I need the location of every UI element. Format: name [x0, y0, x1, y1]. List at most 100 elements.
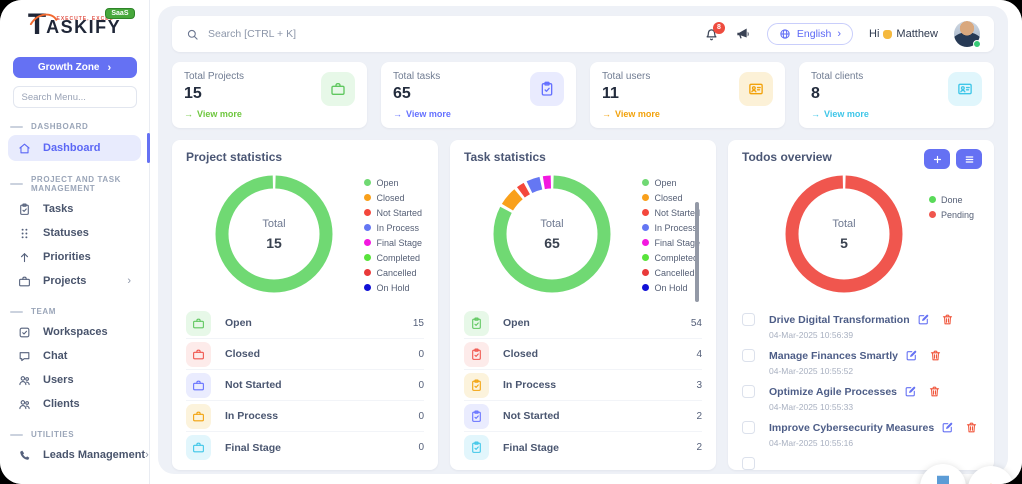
arrow-right-icon: → [184, 109, 193, 119]
trash-icon[interactable] [929, 349, 942, 362]
trash-icon[interactable] [928, 385, 941, 398]
section-dash [10, 125, 23, 128]
project-donut-chart: Total 15 Open Closed Not Started In Process… [186, 166, 424, 304]
sidebar-item-priorities[interactable]: Priorities [8, 245, 141, 269]
todo-checkbox[interactable] [742, 349, 755, 362]
usercard-icon [948, 72, 982, 106]
view-more-link[interactable]: → View more [811, 109, 982, 119]
task-donut-chart: Total 65 Open Closed Not Started In Process… [464, 166, 702, 304]
todo-checkbox[interactable] [742, 457, 755, 470]
todo-checkbox[interactable] [742, 421, 755, 434]
edit-icon[interactable] [905, 349, 918, 362]
todo-timestamp: 04-Mar-2025 10:55:16 [769, 438, 854, 448]
todo-title: Manage Finances Smartly [769, 349, 898, 362]
clipboard-icon [464, 403, 489, 429]
legend-item: Pending [928, 207, 974, 222]
todo-item: Drive Digital Transformation 04-Mar-2025 … [742, 304, 980, 340]
todo-title: Optimize Agile Processes [769, 385, 897, 398]
language-selector[interactable]: English › [766, 23, 854, 45]
announcements-button[interactable] [735, 26, 751, 42]
saas-badge: SaaS [105, 8, 135, 19]
trash-icon[interactable] [941, 313, 954, 326]
sidebar-item-tasks[interactable]: Tasks [8, 197, 141, 221]
legend-item: Open [642, 175, 700, 190]
view-more-link[interactable]: → View more [393, 109, 564, 119]
stat-card-total-tasks: Total tasks 65 → View more [381, 62, 576, 128]
edit-icon[interactable] [941, 421, 954, 434]
global-search [186, 28, 704, 41]
topbar: 8 English › Hi Matthew [172, 16, 994, 52]
view-more-link[interactable]: → View more [602, 109, 773, 119]
todo-title: Drive Digital Transformation [769, 313, 910, 326]
sidebar-item-workspaces[interactable]: Workspaces [8, 320, 141, 344]
clipboard-icon [464, 435, 489, 460]
legend-dot [642, 254, 650, 261]
legend-dot [928, 196, 936, 203]
sidebar-item-projects[interactable]: Projects › [8, 269, 141, 293]
edit-icon[interactable] [904, 385, 917, 398]
legend-item: Completed [364, 250, 422, 265]
sidebar-search-input[interactable] [12, 86, 137, 108]
greeting-text: Hi [869, 28, 880, 40]
legend-dot [642, 179, 650, 186]
legend-dot [642, 269, 650, 276]
legend-item: Closed [642, 190, 700, 205]
global-search-input[interactable] [208, 28, 468, 40]
status-row-closed: Closed 0 [186, 339, 424, 370]
clipboard-icon [464, 310, 489, 336]
section-dash [10, 183, 23, 185]
briefcase-icon [186, 403, 211, 429]
edit-icon[interactable] [917, 313, 930, 326]
todo-timestamp: 04-Mar-2025 10:55:52 [769, 366, 854, 376]
topbar-actions: 8 English › Hi Matthew [704, 21, 981, 48]
workspace-switcher-button[interactable]: Growth Zone › [12, 57, 137, 78]
donut-center-value: 65 [544, 234, 560, 251]
status-row-not-started: Not Started 2 [464, 401, 702, 432]
workspace-name: Growth Zone [37, 62, 100, 73]
view-more-link[interactable]: → View more [184, 109, 355, 119]
legend-dot [642, 209, 650, 216]
globe-icon [779, 28, 791, 40]
trash-icon[interactable] [965, 421, 978, 434]
sidebar-item-leads-management[interactable]: Leads Management › [8, 443, 149, 467]
todo-checkbox[interactable] [742, 313, 755, 326]
todos-overview-card: Todos overview Total 5 Done Pending Drive [728, 140, 994, 470]
stat-card-total-clients: Total clients 8 → View more [799, 62, 994, 128]
main-area: 8 English › Hi Matthew [150, 0, 1022, 484]
app-logo: T ASKIFY EXECUTE, EXCEL SaaS [17, 8, 135, 47]
sidebar: T ASKIFY EXECUTE, EXCEL SaaS Growth Zone… [0, 0, 150, 484]
donut-center-value: 15 [266, 234, 282, 251]
legend-item: Not Started [642, 205, 700, 220]
sidebar-item-chat[interactable]: Chat [8, 344, 141, 368]
sidebar-item-dashboard[interactable]: Dashboard [8, 133, 150, 163]
sidebar-item-clients[interactable]: Clients [8, 392, 141, 416]
todo-item: Optimize Agile Processes 04-Mar-2025 10:5… [742, 376, 980, 412]
scrollbar[interactable] [695, 202, 699, 302]
legend-item: Cancelled [642, 265, 700, 280]
donut-center: Total 15 [212, 172, 336, 296]
notification-badge: 8 [712, 21, 725, 34]
briefcase-icon [18, 275, 31, 288]
legend-dot [364, 269, 372, 276]
legend-dot [642, 194, 650, 201]
legend-item: Final Stage [642, 235, 700, 250]
usercard-icon [739, 72, 773, 106]
legend-dot [642, 224, 650, 231]
sidebar-item-users[interactable]: Users [8, 368, 141, 392]
donut-center: Total 5 [782, 172, 906, 296]
todo-checkbox[interactable] [742, 385, 755, 398]
legend-item: On Hold [364, 280, 422, 295]
chat-icon [18, 350, 31, 363]
sidebar-section: PROJECT AND TASK MANAGEMENT Tasks Statuses… [0, 175, 149, 293]
legend-item: Open [364, 175, 422, 190]
status-row-final-stage: Final Stage 0 [186, 432, 424, 463]
task-statistics-card: Task statistics Total 65 Open Closed Not S… [450, 140, 716, 470]
legend-item: Done [928, 192, 974, 207]
notifications-button[interactable]: 8 [704, 21, 725, 42]
todo-item: Manage Finances Smartly 04-Mar-2025 10:55… [742, 340, 980, 376]
legend-item: On Hold [642, 280, 700, 295]
avatar[interactable] [954, 21, 981, 48]
sidebar-item-statuses[interactable]: Statuses [8, 221, 141, 245]
legend-dot [364, 284, 372, 291]
legend-dot [364, 179, 372, 186]
